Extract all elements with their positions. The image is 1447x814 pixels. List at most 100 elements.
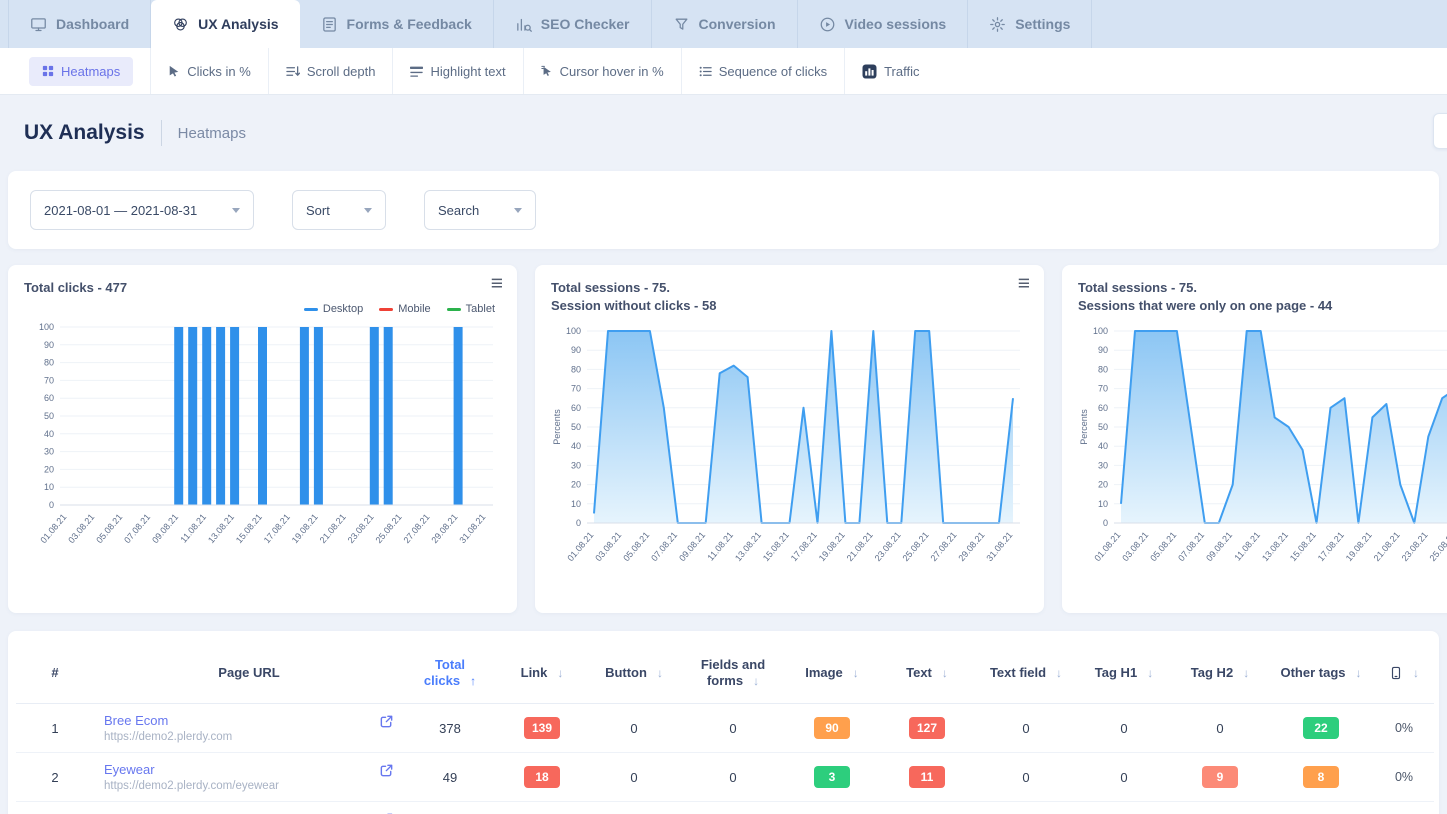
svg-text:17.08.21: 17.08.21 <box>789 530 819 563</box>
column-header-device[interactable]: ↓ <box>1374 639 1434 704</box>
tab-video-sessions[interactable]: Video sessions <box>798 0 969 48</box>
column-header-button[interactable]: Button↓ <box>588 639 680 704</box>
tab-dashboard[interactable]: Dashboard <box>8 0 151 48</box>
metric-badge: 8 <box>1303 766 1339 788</box>
svg-text:09.08.21: 09.08.21 <box>150 512 180 545</box>
svg-text:11.08.21: 11.08.21 <box>178 512 208 545</box>
forms-document-icon <box>321 16 338 33</box>
svg-text:15.08.21: 15.08.21 <box>234 512 264 545</box>
single-page-sessions-chart: 010203040506070809010001.08.2103.08.2105… <box>1078 323 1447 590</box>
sub-navigation: Heatmaps Clicks in % Scroll depth Highli… <box>0 48 1447 95</box>
svg-text:07.08.21: 07.08.21 <box>1176 530 1206 563</box>
column-header--[interactable]: # <box>16 639 94 704</box>
svg-text:13.08.21: 13.08.21 <box>1260 530 1290 563</box>
column-header-total-clicks[interactable]: Total clicks↑ <box>404 639 496 704</box>
sort-up-icon: ↑ <box>470 674 476 688</box>
header-action-button[interactable] <box>1433 113 1447 149</box>
pages-table: #Page URLTotal clicks↑Link↓Button↓Fields… <box>16 639 1434 814</box>
chart-title: Total clicks - 477 <box>24 279 501 297</box>
subnav-item-traffic[interactable]: Traffic <box>844 48 936 94</box>
page-url: https://demo2.plerdy.com <box>104 731 400 743</box>
subnav-item-cursor-hover[interactable]: Cursor hover in % <box>523 48 681 94</box>
svg-text:10: 10 <box>1098 499 1108 509</box>
subnav-item-scroll-depth[interactable]: Scroll depth <box>268 48 393 94</box>
percent-value: 0% <box>1374 753 1434 802</box>
tab-label: UX Analysis <box>198 16 278 32</box>
metric-badge: 3 <box>814 766 850 788</box>
column-header-text-field[interactable]: Text field↓ <box>976 639 1076 704</box>
external-link-icon[interactable] <box>379 763 394 781</box>
clicks-cursor-icon <box>168 65 180 78</box>
tab-ux-analysis[interactable]: UX Analysis <box>151 0 299 48</box>
tab-seo-checker[interactable]: SEO Checker <box>494 0 652 48</box>
row-index: 3 <box>16 802 94 814</box>
single-page-sessions-chart-card: ≡ Total sessions - 75. Sessions that wer… <box>1062 265 1447 613</box>
row-index: 1 <box>16 704 94 753</box>
svg-text:15.08.21: 15.08.21 <box>1288 530 1318 563</box>
subnav-item-sequence-of-clicks[interactable]: Sequence of clicks <box>681 48 844 94</box>
svg-text:50: 50 <box>1098 422 1108 432</box>
subnav-item-highlight-text[interactable]: Highlight text <box>392 48 522 94</box>
date-range-select[interactable]: 2021-08-01 — 2021-08-31 <box>30 190 254 230</box>
column-header-link[interactable]: Link↓ <box>496 639 588 704</box>
external-link-icon[interactable] <box>379 714 394 732</box>
total-clicks-value: 28 <box>404 802 496 814</box>
column-header-fields-and-forms[interactable]: Fields and forms↓ <box>680 639 786 704</box>
charts-row: ≡ Total clicks - 477 Desktop Mobile Tablet… <box>8 265 1439 613</box>
sort-down-icon: ↓ <box>853 666 859 680</box>
svg-text:29.08.21: 29.08.21 <box>956 530 986 563</box>
subnav-label: Highlight text <box>430 64 505 79</box>
settings-gear-icon <box>989 16 1006 33</box>
sort-down-icon: ↓ <box>1413 666 1419 680</box>
search-select[interactable]: Search <box>424 190 536 230</box>
tab-conversion[interactable]: Conversion <box>652 0 798 48</box>
tab-forms-feedback[interactable]: Forms & Feedback <box>300 0 494 48</box>
column-header-tag-h2[interactable]: Tag H2↓ <box>1172 639 1268 704</box>
legend-item-mobile[interactable]: Mobile <box>379 303 430 315</box>
metric-value: 0 <box>680 753 786 802</box>
metric-value: 0 <box>588 753 680 802</box>
metric-badge: 90 <box>814 717 850 739</box>
sort-down-icon: ↓ <box>1243 666 1249 680</box>
legend-item-tablet[interactable]: Tablet <box>447 303 495 315</box>
svg-text:50: 50 <box>571 422 581 432</box>
sort-down-icon: ↓ <box>557 666 563 680</box>
percent-value: 0% <box>1374 704 1434 753</box>
metric-value: 0 <box>1076 753 1172 802</box>
svg-text:31.08.21: 31.08.21 <box>457 512 487 545</box>
column-header-page-url[interactable]: Page URL <box>94 639 404 704</box>
cursor-hover-icon <box>541 65 553 78</box>
sessions-without-clicks-chart-card: ≡ Total sessions - 75. Session without c… <box>535 265 1044 613</box>
page-url-cell: Bree Ecomhttps://demo2.plerdy.com/thank-… <box>94 802 404 814</box>
svg-text:0: 0 <box>576 518 581 528</box>
chart-menu-icon[interactable]: ≡ <box>1018 273 1030 294</box>
tab-settings[interactable]: Settings <box>968 0 1092 48</box>
page-link[interactable]: Bree Ecom <box>104 713 168 728</box>
svg-text:01.08.21: 01.08.21 <box>1092 530 1122 563</box>
column-header-text[interactable]: Text↓ <box>878 639 976 704</box>
chart-menu-icon[interactable]: ≡ <box>491 273 503 294</box>
svg-text:80: 80 <box>1098 364 1108 374</box>
sessions-without-clicks-chart: 010203040506070809010001.08.2103.08.2105… <box>551 323 1028 590</box>
total-clicks-value: 49 <box>404 753 496 802</box>
column-header-other-tags[interactable]: Other tags↓ <box>1268 639 1374 704</box>
legend-item-desktop[interactable]: Desktop <box>304 303 363 315</box>
subnav-item-heatmaps[interactable]: Heatmaps <box>12 48 150 94</box>
svg-text:Percents: Percents <box>552 409 562 445</box>
page-link[interactable]: Eyewear <box>104 762 155 777</box>
page-url-cell: Bree Ecom https://demo2.plerdy.com <box>94 704 404 753</box>
page-url-cell: Eyewearhttps://demo2.plerdy.com/eyewear <box>94 753 404 802</box>
metric-badge: 127 <box>909 717 945 739</box>
sort-select[interactable]: Sort <box>292 190 386 230</box>
subnav-item-clicks-in-percent[interactable]: Clicks in % <box>150 48 268 94</box>
chevron-down-icon <box>514 208 522 213</box>
chevron-down-icon <box>232 208 240 213</box>
svg-text:03.08.21: 03.08.21 <box>1120 530 1150 563</box>
column-header-image[interactable]: Image↓ <box>786 639 878 704</box>
page-header: UX Analysis Heatmaps <box>0 95 1447 171</box>
svg-text:09.08.21: 09.08.21 <box>677 530 707 563</box>
svg-text:23.08.21: 23.08.21 <box>346 512 376 545</box>
column-header-tag-h1[interactable]: Tag H1↓ <box>1076 639 1172 704</box>
metric-value: 0 <box>1076 704 1172 753</box>
subnav-label: Sequence of clicks <box>719 64 827 79</box>
